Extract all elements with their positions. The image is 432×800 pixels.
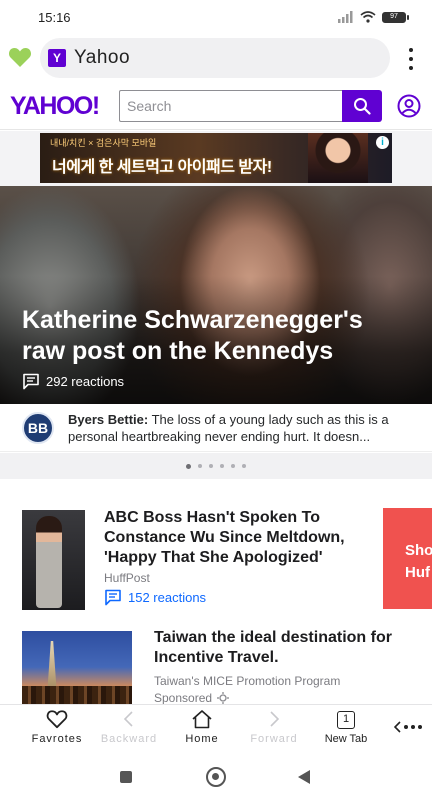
carousel-dot[interactable] [242, 464, 246, 468]
comment-bubble-icon [105, 589, 121, 606]
article-source: Taiwan's MICE Promotion Program [154, 674, 341, 688]
favorite-heart-icon[interactable] [8, 46, 32, 68]
avatar: BB [22, 412, 54, 444]
carousel-dot[interactable] [231, 464, 235, 468]
article-thumbnail[interactable] [22, 631, 132, 711]
system-home-icon[interactable] [206, 767, 226, 787]
home-icon [192, 710, 212, 729]
yahoo-logo[interactable]: YAHOO! [10, 92, 100, 121]
status-icons: 97 [338, 11, 409, 23]
ad-main-text: 너에게 한 세트먹고 아이패드 받자! [52, 159, 272, 176]
heart-outline-icon [46, 710, 68, 729]
carousel-dot[interactable] [186, 463, 191, 469]
comment-text: Byers Bettie: The loss of a young lady s… [68, 411, 414, 445]
chevron-right-icon [270, 711, 280, 727]
chevron-left-icon [123, 711, 133, 727]
article-source: HuffPost [104, 571, 150, 585]
tab-count-icon: 1 [337, 711, 355, 729]
url-text: Yahoo [74, 47, 131, 68]
ad-banner[interactable]: 내내/치킨 × 검은사막 모바일 너에게 한 세트먹고 아이패드 받자! i [40, 133, 392, 183]
list-item[interactable]: Taiwan the ideal destination for Incenti… [0, 628, 432, 711]
yahoo-header: YAHOO! Search [0, 84, 432, 130]
home-button[interactable]: Home [178, 709, 226, 755]
ad-character-image [308, 133, 368, 183]
url-field[interactable]: Y Yahoo [40, 38, 390, 78]
browser-address-bar: Y Yahoo [0, 36, 432, 80]
signal-icon [338, 11, 353, 23]
comment-author: Byers Bettie: [68, 412, 149, 427]
status-bar: 15:16 97 [0, 0, 432, 34]
carousel-pagination [0, 453, 432, 479]
battery-icon: 97 [382, 11, 409, 23]
yahoo-favicon-icon: Y [48, 49, 66, 67]
system-back-icon[interactable] [298, 770, 310, 784]
comment-bubble-icon [23, 373, 39, 390]
new-tab-button[interactable]: 1 New Tab [318, 709, 374, 755]
browser-menu-icon[interactable] [404, 46, 418, 72]
home-label: Home [185, 733, 219, 745]
backward-label: Backward [100, 733, 158, 745]
ad-band: 내내/치킨 × 검은사막 모바일 너에게 한 세트먹고 아이패드 받자! i [0, 131, 432, 186]
hero-reactions[interactable]: 292 reactions [22, 373, 124, 390]
backward-button[interactable]: Backward [96, 709, 162, 755]
favorites-label: Favrotes [31, 733, 83, 745]
article-thumbnail[interactable] [22, 510, 85, 610]
wifi-icon [360, 11, 376, 23]
carousel-dot[interactable] [209, 464, 213, 468]
new-tab-label: New Tab [324, 733, 368, 745]
article-reactions[interactable]: 152 reactions [104, 589, 206, 606]
favorites-button[interactable]: Favrotes [28, 709, 86, 755]
list-item[interactable]: ABC Boss Hasn't Spoken To Constance Wu S… [0, 508, 432, 612]
carousel-dot[interactable] [220, 464, 224, 468]
status-time: 15:16 [38, 9, 71, 25]
forward-button[interactable]: Forward [244, 709, 304, 755]
more-dots-icon [394, 721, 422, 733]
hero-title[interactable]: Katherine Schwarzenegger's raw post on t… [22, 305, 412, 367]
search-icon [354, 98, 371, 115]
forward-label: Forward [250, 733, 298, 745]
browser-toolbar: Favrotes Backward Home Forward 1 New Tab [0, 704, 432, 754]
article-title[interactable]: ABC Boss Hasn't Spoken To Constance Wu S… [104, 508, 374, 568]
hero-reactions-count: 292 reactions [46, 374, 125, 389]
phone-screen: 15:16 97 Y Yahoo YAHOO! Search 내내/치킨 × 검… [0, 0, 432, 800]
ad-top-text: 내내/치킨 × 검은사막 모바일 [50, 138, 157, 148]
article-reactions-count: 152 reactions [128, 590, 207, 605]
carousel-dot[interactable] [198, 464, 202, 468]
comment-preview[interactable]: BB Byers Bettie: The loss of a young lad… [0, 404, 432, 452]
hero-story[interactable]: Katherine Schwarzenegger's raw post on t… [0, 186, 432, 404]
recent-apps-icon[interactable] [120, 771, 132, 783]
side-ad-text: Sho Huf [405, 542, 432, 581]
sponsored-text: Sponsored [154, 691, 213, 705]
ad-info-icon[interactable]: i [376, 136, 389, 149]
system-navigation-bar [0, 756, 432, 800]
search-button[interactable] [342, 90, 382, 122]
search-input[interactable]: Search [119, 90, 342, 122]
side-ad-card[interactable]: Sho Huf [383, 508, 432, 609]
article-title[interactable]: Taiwan the ideal destination for Incenti… [154, 628, 424, 668]
profile-icon[interactable] [397, 94, 421, 118]
sponsored-info-icon[interactable] [217, 692, 230, 704]
sponsored-label: Sponsored [154, 691, 230, 705]
